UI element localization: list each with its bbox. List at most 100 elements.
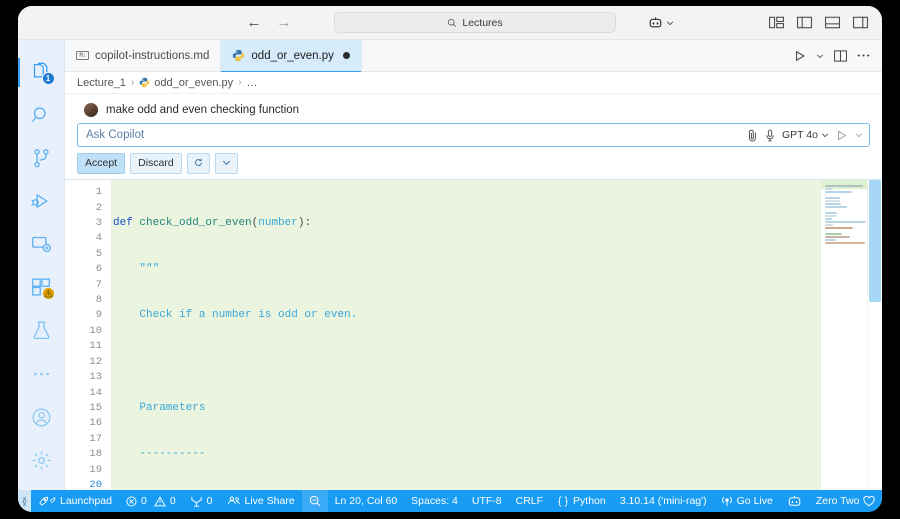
run-play-icon[interactable]: [794, 50, 806, 62]
editor-scrollbar[interactable]: [869, 180, 881, 303]
status-eol[interactable]: CRLF: [509, 490, 550, 512]
customize-layout-icon[interactable]: [769, 16, 784, 29]
discard-button[interactable]: Discard: [130, 153, 182, 175]
more-options-button[interactable]: [214, 153, 238, 175]
cursor-position-label: Ln 20, Col 60: [334, 495, 398, 507]
status-zero-two[interactable]: Zero Two: [809, 490, 882, 512]
markdown-icon: M↓: [76, 51, 89, 60]
line-number: 18: [89, 448, 102, 461]
breadcrumb-item-file[interactable]: odd_or_even.py: [139, 77, 233, 89]
encoding-label: UTF-8: [471, 495, 502, 507]
code-line-2: """: [139, 263, 160, 276]
beaker-icon: [33, 321, 49, 340]
sidebar-item-explorer[interactable]: 1: [18, 51, 65, 94]
manage-settings-button[interactable]: [18, 439, 65, 482]
status-cursor-position[interactable]: Ln 20, Col 60: [328, 490, 404, 512]
status-bar: Launchpad 0 0 0 Live Share Ln 20, Col 60…: [18, 490, 882, 512]
chevron-down-icon[interactable]: [855, 131, 863, 139]
send-icon[interactable]: [836, 129, 848, 141]
minimap-line: [825, 224, 833, 227]
quick-open-text: Lectures: [462, 16, 503, 29]
chevron-down-icon[interactable]: [816, 52, 824, 60]
toggle-panel-icon[interactable]: [825, 16, 840, 29]
breadcrumb-item-folder[interactable]: Lecture_1: [77, 77, 126, 89]
ports-icon: [191, 496, 202, 507]
minimap-line: [825, 215, 838, 218]
minimap-line: [825, 239, 837, 242]
line-number: 3: [95, 217, 102, 230]
copilot-icon: [649, 17, 662, 28]
status-python-interpreter[interactable]: 3.10.14 ('mini-rag'): [613, 490, 714, 512]
line-number-current: 20: [89, 478, 102, 490]
tab-odd-or-even-py[interactable]: odd_or_even.py: [221, 40, 362, 72]
ask-copilot-input[interactable]: Ask Copilot: [86, 129, 740, 141]
zero-two-label: Zero Two: [815, 495, 860, 507]
live-share-label: Live Share: [244, 495, 295, 507]
more-actions-icon[interactable]: [857, 53, 870, 58]
copilot-icon: [788, 496, 801, 506]
copilot-action-row: Accept Discard: [77, 153, 870, 175]
breadcrumb-item-symbol[interactable]: …: [247, 77, 258, 89]
status-zoom[interactable]: [301, 490, 328, 512]
minimap-line: [825, 209, 827, 212]
status-ports[interactable]: 0: [183, 490, 220, 512]
minimap-line: [825, 194, 827, 197]
sidebar-item-more-views[interactable]: [18, 352, 65, 395]
line-number: 14: [89, 386, 102, 399]
sidebar-item-remote-explorer[interactable]: [18, 223, 65, 266]
breadcrumb-separator-2: ›: [238, 77, 242, 88]
sidebar-item-search[interactable]: [18, 94, 65, 137]
minimap-line: [825, 200, 840, 203]
microphone-icon[interactable]: [765, 129, 775, 142]
remote-window-indicator[interactable]: [18, 490, 31, 512]
arrow-right-icon[interactable]: →: [275, 15, 293, 30]
code-editor[interactable]: 1 2 3 4 5 6 7 8 9 10 11 12 13 14 15 16 1: [65, 180, 882, 490]
status-launchpad[interactable]: Launchpad: [31, 490, 119, 512]
status-encoding[interactable]: UTF-8: [465, 490, 509, 512]
copilot-titlebar-button[interactable]: [648, 16, 674, 29]
chevron-down-icon: [666, 20, 674, 25]
tab-label: odd_or_even.py: [251, 49, 334, 62]
sidebar-item-extensions[interactable]: [18, 266, 65, 309]
status-live-share[interactable]: Live Share: [220, 490, 302, 512]
status-problems[interactable]: 0 0: [119, 490, 183, 512]
minimap-divider: [867, 180, 868, 490]
quick-open-search[interactable]: Lectures: [334, 12, 616, 33]
minimap-line: [825, 206, 848, 209]
copilot-input-row[interactable]: Ask Copilot GPT 4o: [77, 123, 870, 147]
status-language-mode[interactable]: Python: [550, 490, 613, 512]
tab-dirty-indicator[interactable]: [342, 52, 350, 59]
copilot-inline-chat: make odd and even checking function Ask …: [65, 94, 882, 181]
launchpad-label: Launchpad: [60, 495, 112, 507]
search-icon: [448, 18, 457, 27]
code-line-5: Parameters: [139, 401, 206, 414]
toggle-secondary-sidebar-icon[interactable]: [853, 16, 868, 29]
regenerate-button[interactable]: [186, 153, 210, 175]
model-picker[interactable]: GPT 4o: [782, 129, 829, 141]
sidebar-item-source-control[interactable]: [18, 137, 65, 180]
line-number: 9: [95, 309, 102, 322]
activity-bar: 1: [18, 40, 65, 490]
arrow-left-icon[interactable]: ←: [245, 15, 263, 30]
paperclip-icon[interactable]: [747, 129, 758, 142]
minimap-line: [825, 233, 843, 236]
toggle-primary-sidebar-icon[interactable]: [797, 16, 812, 29]
run-debug-icon: [30, 193, 48, 209]
status-indentation[interactable]: Spaces: 4: [404, 490, 465, 512]
sidebar-item-run-and-debug[interactable]: [18, 180, 65, 223]
tab-copilot-instructions-md[interactable]: M↓ copilot-instructions.md: [65, 40, 222, 71]
status-copilot[interactable]: [780, 490, 809, 512]
minimap[interactable]: [820, 180, 882, 490]
line-number: 15: [89, 401, 102, 414]
status-go-live[interactable]: Go Live: [714, 490, 780, 512]
code-content[interactable]: def check_odd_or_even(number): """ Check…: [111, 180, 820, 490]
extensions-warning-badge: [41, 287, 55, 300]
split-editor-icon[interactable]: [834, 49, 847, 62]
sidebar-item-testing[interactable]: [18, 309, 65, 352]
vscode-window: ← → Lectures 1 M↓ copilot-instructions.m…: [18, 6, 882, 512]
model-label: GPT 4o: [782, 129, 818, 141]
ellipsis-icon: [33, 372, 49, 375]
accounts-button[interactable]: [18, 396, 65, 439]
accept-button[interactable]: Accept: [77, 153, 126, 175]
zoom-icon: [309, 495, 320, 507]
